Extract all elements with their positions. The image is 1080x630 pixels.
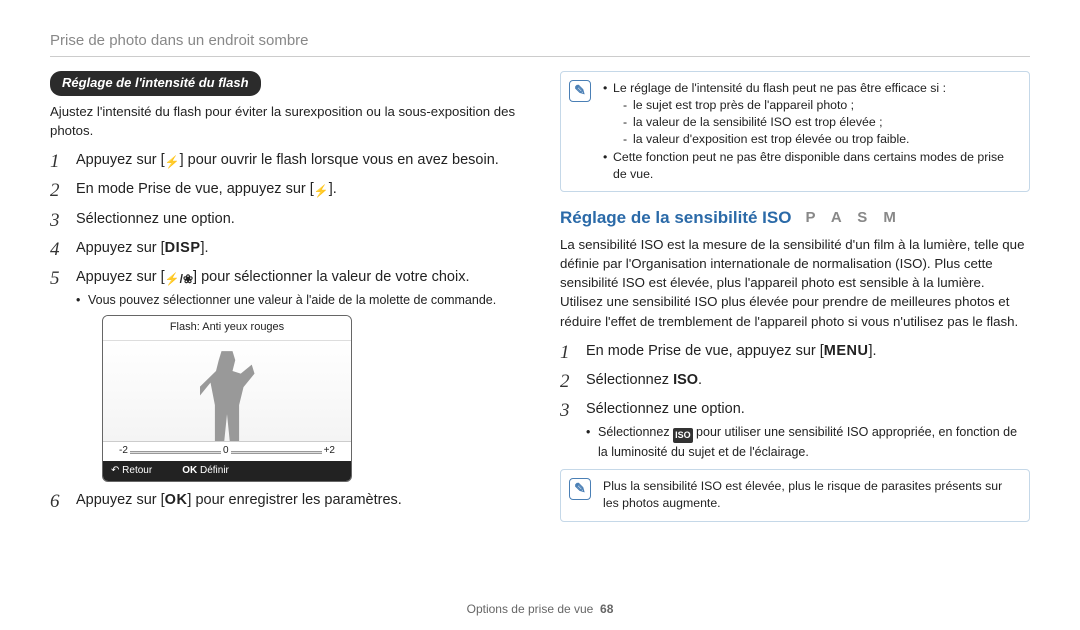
section-pill-flash: Réglage de l'intensité du flash — [50, 71, 261, 96]
r-step-3-sub: Sélectionnez ISO pour utiliser une sensi… — [586, 423, 1030, 461]
step-text: En mode Prise de vue, appuyez sur [ — [586, 343, 824, 359]
iso-body-text: La sensibilité ISO est la mesure de la s… — [560, 235, 1030, 331]
sub-text: Sélectionnez — [598, 425, 673, 439]
step-text: ] pour sélectionner la valeur de votre c… — [193, 269, 469, 285]
heading-text: Réglage de la sensibilité ISO — [560, 208, 791, 227]
flash-icon: ⚡ — [314, 183, 329, 200]
step-4: Appuyez sur [DISP]. — [50, 238, 520, 259]
ok-btn: OK Définir — [182, 464, 229, 479]
ok-key: OK — [165, 492, 188, 508]
note-icon: ✎ — [569, 80, 591, 102]
scale-mid-label: 0 — [221, 444, 231, 459]
note1-d2: la valeur de la sensibilité ISO est trop… — [623, 114, 1019, 131]
footer-page: 68 — [600, 602, 613, 616]
preview-scale: -2 0 +2 — [103, 441, 351, 461]
note1-d1: le sujet est trop près de l'appareil pho… — [623, 97, 1019, 114]
note-box-2: ✎ Plus la sensibilité ISO est élevée, pl… — [560, 469, 1030, 521]
footer-label: Options de prise de vue — [467, 602, 594, 616]
back-btn: ↶ Retour — [111, 464, 152, 479]
note1-line1: Le réglage de l'intensité du flash peut … — [603, 80, 1019, 149]
step-5: Appuyez sur [⚡/❀] pour sélectionner la v… — [50, 267, 520, 482]
scale-left-label: -2 — [117, 444, 130, 459]
disp-key: DISP — [165, 240, 201, 256]
step-text: Sélectionnez une option. — [586, 401, 745, 417]
scale-right-label: +2 — [322, 444, 337, 459]
note-text: Le réglage de l'intensité du flash peut … — [613, 81, 946, 95]
note-box-1: ✎ Le réglage de l'intensité du flash peu… — [560, 71, 1030, 192]
note1-d3: la valeur d'exposition est trop élevée o… — [623, 131, 1019, 148]
right-steps-list: En mode Prise de vue, appuyez sur [MENU]… — [560, 341, 1030, 461]
flash-macro-icon: ⚡/❀ — [165, 271, 193, 288]
mode-letters: P A S M — [805, 209, 901, 226]
preview-footer: ↶ Retour OK Définir — [103, 461, 351, 482]
step-text: Sélectionnez — [586, 372, 673, 388]
step-6: Appuyez sur [OK] pour enregistrer les pa… — [50, 490, 520, 511]
step-text: . — [698, 372, 702, 388]
iso-bold: ISO — [673, 372, 698, 388]
ok-label: Définir — [200, 465, 229, 476]
header-rule — [50, 56, 1030, 57]
left-column: Réglage de l'intensité du flash Ajustez … — [50, 71, 520, 536]
left-steps-list: Appuyez sur [⚡] pour ouvrir le flash lor… — [50, 150, 520, 511]
r-step-1: En mode Prise de vue, appuyez sur [MENU]… — [560, 341, 1030, 362]
step-text: ] pour ouvrir le flash lorsque vous en a… — [180, 152, 499, 168]
right-column: ✎ Le réglage de l'intensité du flash peu… — [560, 71, 1030, 536]
content-columns: Réglage de l'intensité du flash Ajustez … — [50, 71, 1030, 536]
step-text: ]. — [201, 240, 209, 256]
preview-title: Flash: Anti yeux rouges — [103, 316, 351, 341]
page-header: Prise de photo dans un endroit sombre — [50, 30, 1030, 52]
step-text: En mode Prise de vue, appuyez sur [ — [76, 181, 314, 197]
ok-icon: OK — [182, 465, 197, 476]
r-step-3: Sélectionnez une option. Sélectionnez IS… — [560, 399, 1030, 461]
step-1: Appuyez sur [⚡] pour ouvrir le flash lor… — [50, 150, 520, 171]
back-label: Retour — [122, 465, 152, 476]
step-text: ] pour enregistrer les paramètres. — [187, 492, 401, 508]
page-footer: Options de prise de vue 68 — [0, 601, 1080, 618]
step-text: ]. — [329, 181, 337, 197]
flash-icon: ⚡ — [165, 154, 180, 171]
step-text: Appuyez sur [ — [76, 269, 165, 285]
step-5-sub: Vous pouvez sélectionner une valeur à l'… — [76, 291, 520, 309]
r-step-2: Sélectionnez ISO. — [560, 370, 1030, 391]
step-3: Sélectionnez une option. — [50, 209, 520, 230]
menu-key: MENU — [824, 343, 869, 359]
note-icon: ✎ — [569, 478, 591, 500]
step-text: Appuyez sur [ — [76, 492, 165, 508]
preview-body — [103, 341, 351, 441]
note2-text: Plus la sensibilité ISO est élevée, plus… — [603, 479, 1002, 510]
intro-text: Ajustez l'intensité du flash pour éviter… — [50, 102, 520, 140]
silhouette-figure — [200, 351, 255, 441]
note1-line2: Cette fonction peut ne pas être disponib… — [603, 149, 1019, 183]
section-heading-iso: Réglage de la sensibilité ISO P A S M — [560, 206, 1030, 231]
back-icon: ↶ — [111, 465, 119, 476]
step-text: Appuyez sur [ — [76, 152, 165, 168]
step-2: En mode Prise de vue, appuyez sur [⚡]. — [50, 179, 520, 200]
step-text: Appuyez sur [ — [76, 240, 165, 256]
iso-auto-icon: ISO — [673, 428, 693, 443]
camera-preview: Flash: Anti yeux rouges -2 0 +2 ↶ Retour… — [102, 315, 352, 482]
step-text: ]. — [868, 343, 876, 359]
